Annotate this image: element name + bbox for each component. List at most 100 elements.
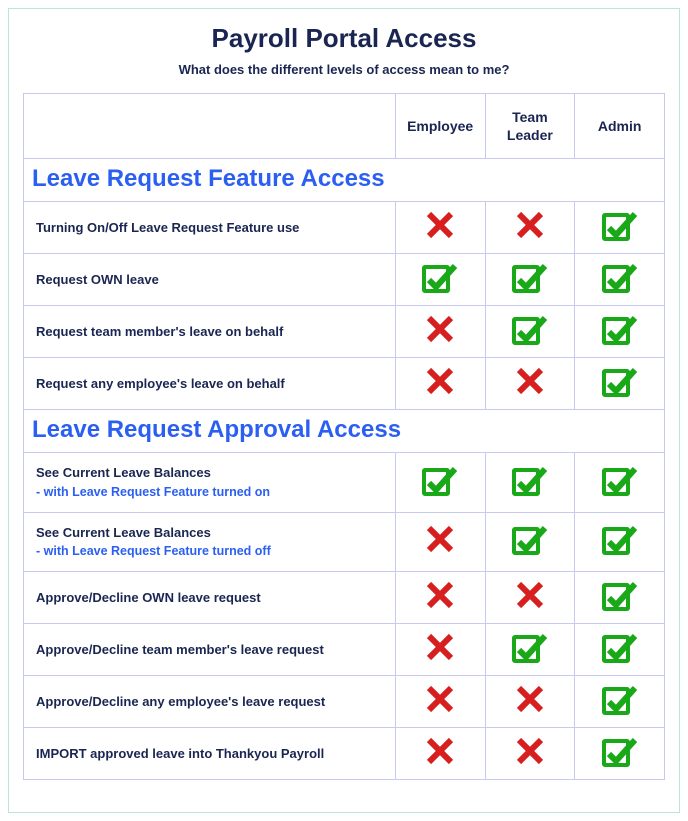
access-cell: [395, 571, 485, 623]
cross-icon: [425, 210, 455, 245]
check-icon: [601, 260, 639, 299]
access-cell: [485, 254, 575, 306]
cross-icon: [515, 210, 545, 245]
check-icon: [511, 522, 549, 561]
table-row: IMPORT approved leave into Thankyou Payr…: [24, 727, 665, 779]
access-cell: [395, 727, 485, 779]
access-cell: [575, 202, 665, 254]
access-cell: [575, 727, 665, 779]
section-heading-row: Leave Request Approval Access: [24, 410, 665, 453]
access-cell: [485, 675, 575, 727]
check-icon: [601, 578, 639, 617]
feature-label-cell: Turning On/Off Leave Request Feature use: [24, 202, 396, 254]
table-row: Request OWN leave: [24, 254, 665, 306]
table-row: Approve/Decline OWN leave request: [24, 571, 665, 623]
access-cell: [395, 202, 485, 254]
access-cell: [575, 512, 665, 571]
header-blank: [24, 94, 396, 159]
access-cell: [485, 453, 575, 512]
page-subtitle: What does the different levels of access…: [23, 62, 665, 77]
header-row: Employee Team Leader Admin: [24, 94, 665, 159]
feature-label: Approve/Decline OWN leave request: [36, 590, 261, 605]
feature-label-cell: Request OWN leave: [24, 254, 396, 306]
check-icon: [601, 364, 639, 403]
check-icon: [601, 734, 639, 773]
access-cell: [395, 623, 485, 675]
section-heading: Leave Request Approval Access: [24, 410, 665, 453]
access-cell: [575, 623, 665, 675]
access-cell: [485, 623, 575, 675]
access-cell: [485, 512, 575, 571]
check-icon: [511, 463, 549, 502]
feature-label: See Current Leave Balances: [36, 525, 211, 540]
access-cell: [485, 358, 575, 410]
feature-label-cell: Approve/Decline any employee's leave req…: [24, 675, 396, 727]
check-icon: [601, 682, 639, 721]
access-cell: [575, 306, 665, 358]
feature-label: IMPORT approved leave into Thankyou Payr…: [36, 746, 324, 761]
feature-label: See Current Leave Balances: [36, 465, 211, 480]
table-row: Turning On/Off Leave Request Feature use: [24, 202, 665, 254]
cross-icon: [425, 524, 455, 559]
access-cell: [395, 254, 485, 306]
feature-label-cell: IMPORT approved leave into Thankyou Payr…: [24, 727, 396, 779]
feature-label-cell: Request team member's leave on behalf: [24, 306, 396, 358]
feature-label-cell: Approve/Decline team member's leave requ…: [24, 623, 396, 675]
feature-label: Turning On/Off Leave Request Feature use: [36, 220, 299, 235]
check-icon: [601, 312, 639, 351]
access-cell: [575, 254, 665, 306]
access-cell: [575, 453, 665, 512]
check-icon: [601, 208, 639, 247]
access-cell: [395, 675, 485, 727]
access-cell: [485, 727, 575, 779]
cross-icon: [425, 580, 455, 615]
page-frame: Payroll Portal Access What does the diff…: [8, 8, 680, 813]
table-row: See Current Leave Balances - with Leave …: [24, 453, 665, 512]
check-icon: [511, 260, 549, 299]
cross-icon: [425, 366, 455, 401]
access-table: Employee Team Leader Admin Leave Request…: [23, 93, 665, 780]
section-heading: Leave Request Feature Access: [24, 159, 665, 202]
cross-icon: [425, 632, 455, 667]
feature-subnote: - with Leave Request Feature turned off: [36, 542, 383, 561]
page-title: Payroll Portal Access: [23, 23, 665, 54]
access-cell: [575, 675, 665, 727]
table-row: Approve/Decline team member's leave requ…: [24, 623, 665, 675]
access-cell: [575, 358, 665, 410]
header-role-employee: Employee: [395, 94, 485, 159]
access-cell: [485, 571, 575, 623]
feature-label-cell: See Current Leave Balances - with Leave …: [24, 453, 396, 512]
check-icon: [511, 312, 549, 351]
cross-icon: [425, 684, 455, 719]
access-cell: [395, 306, 485, 358]
header-role-team-leader: Team Leader: [485, 94, 575, 159]
check-icon: [601, 463, 639, 502]
cross-icon: [425, 314, 455, 349]
access-cell: [395, 453, 485, 512]
table-row: Approve/Decline any employee's leave req…: [24, 675, 665, 727]
table-row: Request any employee's leave on behalf: [24, 358, 665, 410]
cross-icon: [425, 736, 455, 771]
access-cell: [485, 202, 575, 254]
cross-icon: [515, 736, 545, 771]
feature-label-cell: See Current Leave Balances - with Leave …: [24, 512, 396, 571]
feature-label: Request team member's leave on behalf: [36, 324, 283, 339]
check-icon: [421, 260, 459, 299]
cross-icon: [515, 366, 545, 401]
check-icon: [421, 463, 459, 502]
header-role-admin: Admin: [575, 94, 665, 159]
check-icon: [601, 522, 639, 561]
check-icon: [511, 630, 549, 669]
feature-label-cell: Request any employee's leave on behalf: [24, 358, 396, 410]
feature-label: Approve/Decline any employee's leave req…: [36, 694, 325, 709]
feature-subnote: - with Leave Request Feature turned on: [36, 483, 383, 502]
feature-label: Approve/Decline team member's leave requ…: [36, 642, 324, 657]
feature-label: Request any employee's leave on behalf: [36, 376, 285, 391]
check-icon: [601, 630, 639, 669]
feature-label-cell: Approve/Decline OWN leave request: [24, 571, 396, 623]
access-cell: [485, 306, 575, 358]
access-cell: [395, 512, 485, 571]
table-row: Request team member's leave on behalf: [24, 306, 665, 358]
access-cell: [395, 358, 485, 410]
cross-icon: [515, 684, 545, 719]
